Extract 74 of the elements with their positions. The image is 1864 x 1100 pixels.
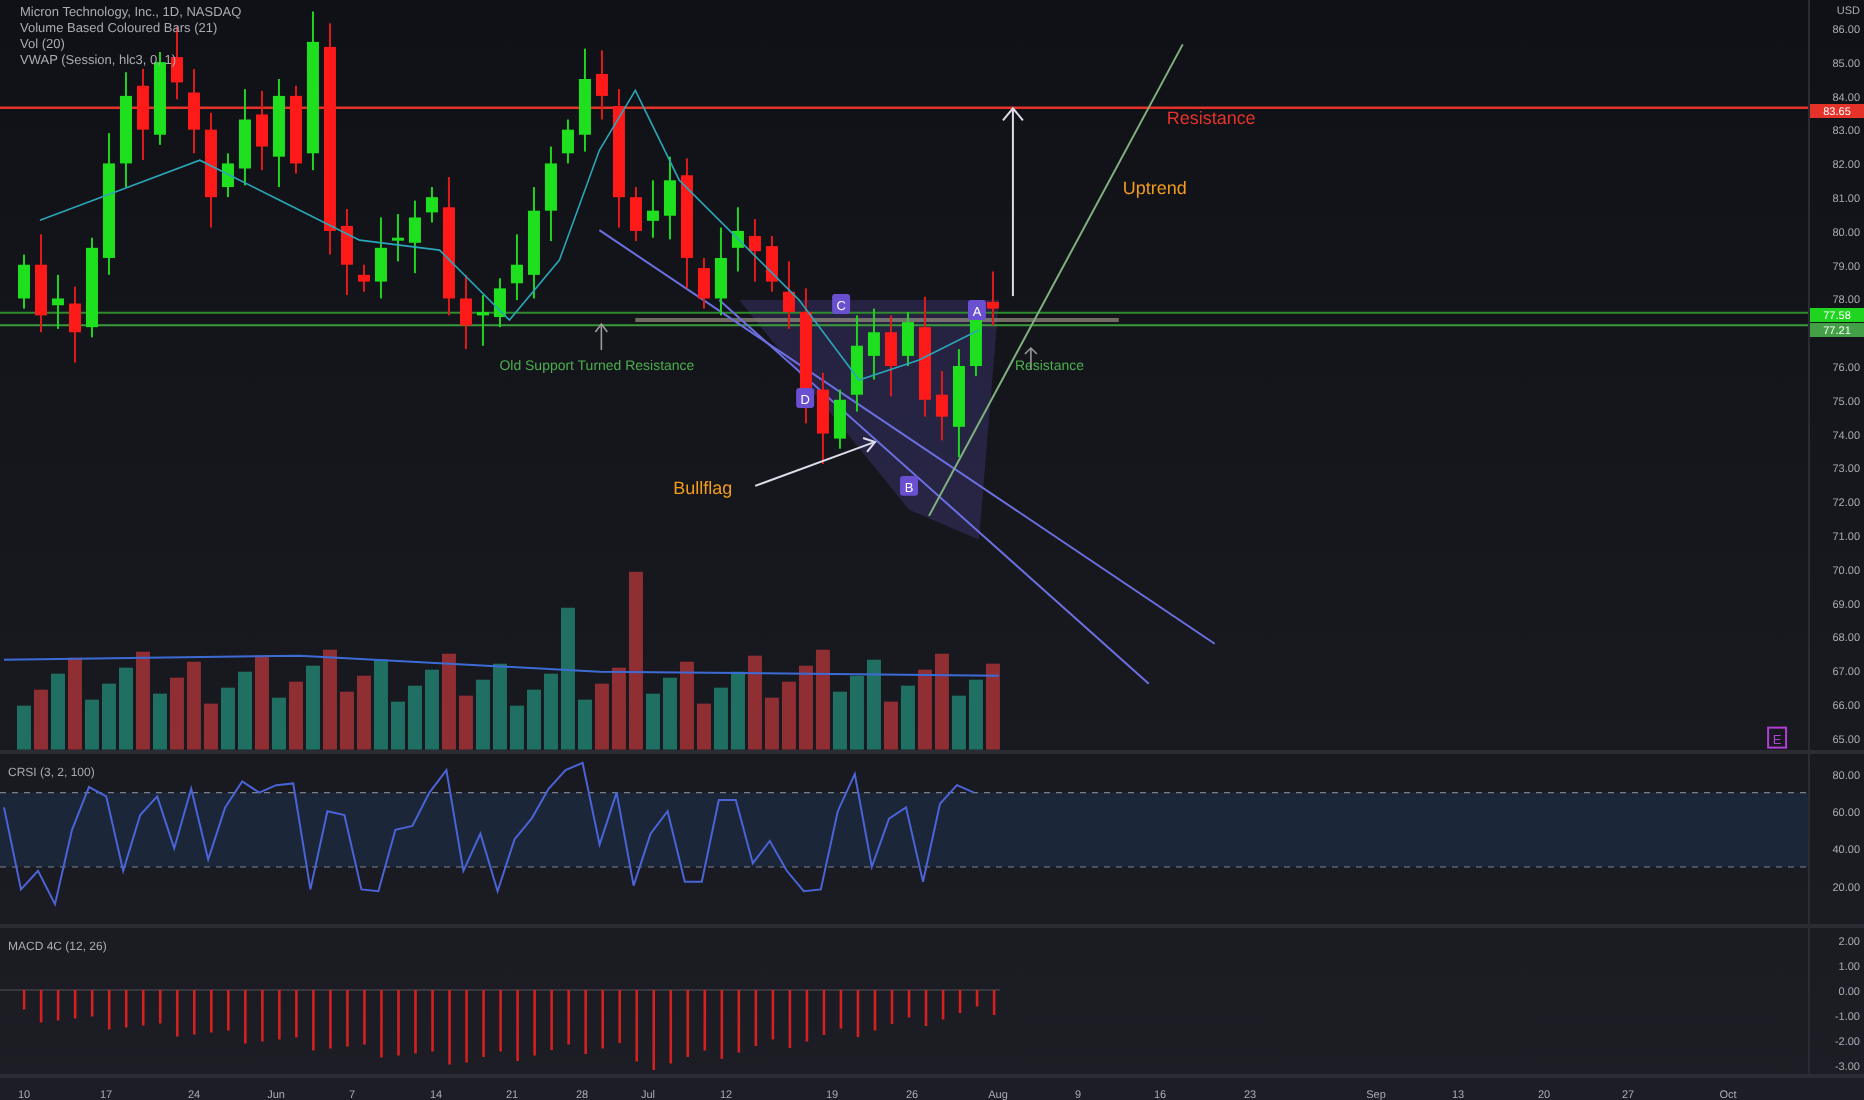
arrow-icon [594,322,609,351]
candlestick [578,47,591,153]
candlestick [476,294,489,347]
candlestick [765,235,778,293]
earnings-badge[interactable] [1767,726,1788,749]
candlestick [255,89,268,172]
volume-bar [119,667,133,750]
candlestick [714,226,727,317]
candlestick [18,253,30,310]
pattern-point-marker [900,475,918,496]
candlestick [680,157,693,290]
candlestick [663,155,676,241]
annotation-label: Uptrend [1122,178,1187,199]
arrow-icon [754,436,877,487]
arrow-icon [1001,106,1024,298]
candlestick [238,88,251,187]
candlestick [221,152,234,199]
candlestick [629,186,642,243]
candlestick [137,67,149,162]
candlestick [408,199,421,275]
candlestick [595,49,608,121]
candlestick [782,260,795,330]
candlestick [52,273,64,330]
volume-bar [68,657,82,750]
candlestick [86,236,98,339]
candlestick [340,208,353,297]
candlestick [833,388,846,450]
candlestick [391,213,404,263]
candlestick [187,67,200,155]
candlestick [561,118,574,165]
candlestick [357,263,370,293]
candlestick [816,371,829,465]
volume-bar [170,677,184,750]
volume-bar [102,683,116,750]
candlestick [459,273,472,351]
candlestick [527,186,540,300]
volume-bar [153,693,167,750]
candlestick [697,256,710,310]
candlestick [952,348,965,459]
candlestick [850,314,863,413]
candlestick [374,216,387,300]
volume-bar [136,651,150,750]
candlestick [103,132,115,276]
candlestick [442,175,455,317]
candlestick [35,233,47,334]
candlestick [867,307,880,381]
candlestick [154,51,166,146]
candlestick [272,78,285,189]
candlestick [425,186,438,224]
candlestick [289,84,302,175]
candlestick [731,206,744,273]
candlestick [493,277,506,329]
candlestick [69,285,81,364]
volume-bar [34,689,48,750]
candlestick [204,111,217,229]
candlestick [612,88,625,229]
candlestick [646,179,659,239]
candlestick [544,145,557,243]
pattern-point-marker [967,300,986,321]
pattern-point-marker [832,294,851,315]
volume-bar [85,699,99,750]
candlestick [901,311,914,367]
candlestick [918,295,931,418]
pattern-point-marker [796,388,815,408]
candlestick [748,218,761,283]
candlestick [935,370,948,442]
candlestick [120,71,132,189]
candlestick [884,314,897,398]
annotation-label: Resistance [1166,108,1256,129]
volume-bar [17,705,31,750]
candlestick [986,270,999,327]
candlestick [510,233,523,302]
annotation-label: Bullflag [673,477,733,498]
volume-bar [51,673,65,750]
